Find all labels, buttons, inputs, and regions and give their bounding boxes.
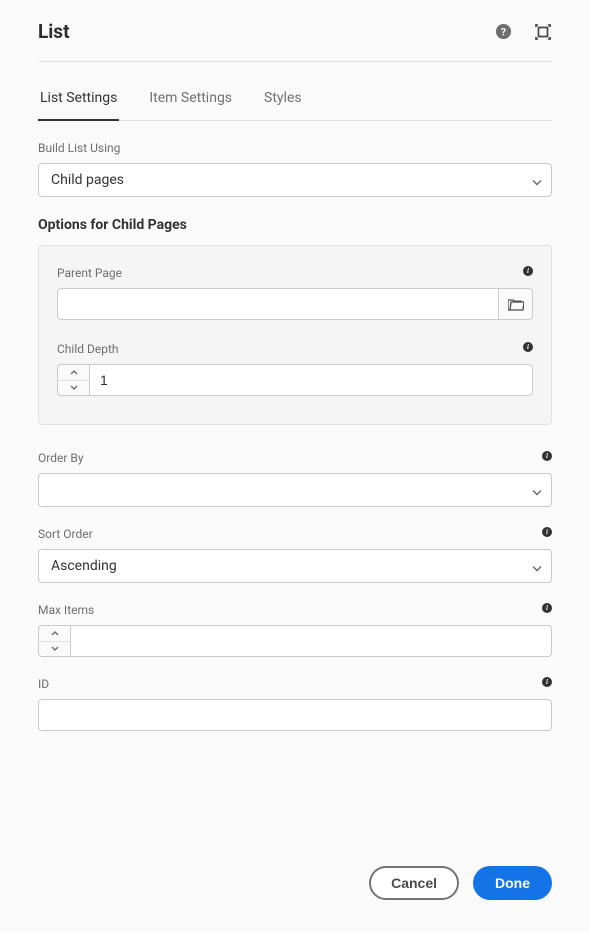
tab-styles[interactable]: Styles [262, 78, 304, 120]
sort-order-select[interactable]: Ascending [38, 549, 552, 583]
step-down-button[interactable] [58, 381, 89, 396]
dialog-footer: Cancel Done [369, 866, 552, 900]
child-depth-input[interactable] [89, 364, 533, 396]
child-depth-stepper [57, 364, 89, 396]
tab-item-settings[interactable]: Item Settings [147, 78, 234, 120]
fullscreen-icon[interactable] [534, 23, 552, 41]
info-icon[interactable]: i [542, 527, 552, 537]
step-down-button[interactable] [39, 642, 70, 657]
dialog-title: List [38, 20, 70, 43]
list-dialog: List ? List Settings Item Settings Style… [0, 0, 590, 731]
dialog-header: List ? [38, 20, 552, 62]
field-max-items: i Max Items [38, 603, 552, 657]
child-depth-label: Child Depth [57, 342, 533, 356]
field-sort-order: i Sort Order Ascending [38, 527, 552, 583]
build-list-using-select[interactable]: Child pages [38, 163, 552, 197]
step-up-button[interactable] [39, 626, 70, 642]
sort-order-label: Sort Order [38, 527, 552, 541]
done-button[interactable]: Done [473, 866, 552, 900]
options-title: Options for Child Pages [38, 217, 552, 233]
cancel-button[interactable]: Cancel [369, 866, 459, 900]
order-by-select[interactable] [38, 473, 552, 507]
tabs: List Settings Item Settings Styles [38, 78, 552, 121]
max-items-input[interactable] [70, 625, 552, 657]
build-list-using-value: Child pages [51, 172, 124, 188]
sort-order-value: Ascending [51, 558, 117, 574]
help-icon[interactable]: ? [494, 23, 512, 41]
parent-page-label: Parent Page [57, 266, 533, 280]
max-items-stepper [38, 625, 70, 657]
id-label: ID [38, 677, 552, 691]
max-items-label: Max Items [38, 603, 552, 617]
tab-list-settings[interactable]: List Settings [38, 78, 119, 120]
field-build-list-using: Build List Using Child pages [38, 141, 552, 197]
info-icon[interactable]: i [523, 266, 533, 276]
build-list-using-label: Build List Using [38, 141, 552, 155]
child-pages-panel: i Parent Page i Child Depth [38, 245, 552, 425]
parent-page-input[interactable] [57, 288, 499, 320]
info-icon[interactable]: i [523, 342, 533, 352]
svg-text:?: ? [500, 25, 505, 38]
field-child-depth: i Child Depth [57, 342, 533, 396]
field-id: i ID [38, 677, 552, 731]
field-order-by: i Order By [38, 451, 552, 507]
browse-button[interactable] [499, 288, 533, 320]
order-by-label: Order By [38, 451, 552, 465]
step-up-button[interactable] [58, 365, 89, 381]
field-parent-page: i Parent Page [57, 266, 533, 320]
id-input[interactable] [38, 699, 552, 731]
info-icon[interactable]: i [542, 677, 552, 687]
info-icon[interactable]: i [542, 451, 552, 461]
tab-content: Build List Using Child pages Options for… [38, 121, 552, 731]
info-icon[interactable]: i [542, 603, 552, 613]
header-actions: ? [494, 23, 552, 41]
